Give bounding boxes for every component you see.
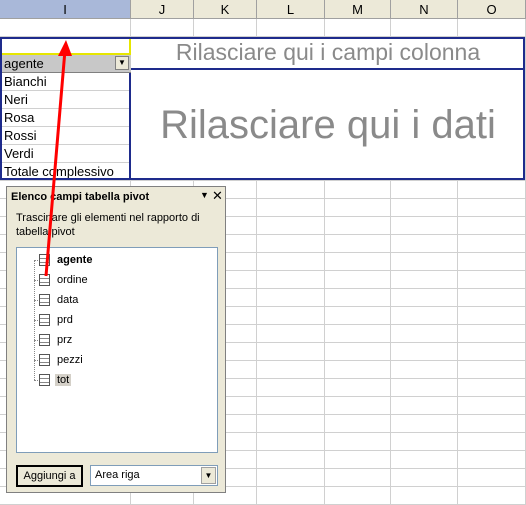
field-label: tot <box>55 374 72 386</box>
field-item-pezzi[interactable]: pezzi <box>39 352 85 368</box>
field-icon <box>39 314 50 326</box>
row-item[interactable]: Bianchi <box>0 73 131 91</box>
row-item[interactable]: Verdi <box>0 145 131 163</box>
row-field-label: agente <box>4 56 44 71</box>
close-icon[interactable]: ✕ <box>212 188 223 204</box>
field-icon <box>39 354 50 366</box>
column-header-o[interactable]: O <box>458 0 526 19</box>
field-item-ordine[interactable]: ordine <box>39 272 90 288</box>
column-header-i[interactable]: I <box>0 0 131 19</box>
field-icon <box>39 294 50 306</box>
field-icon <box>39 374 50 386</box>
column-header-k[interactable]: K <box>194 0 257 19</box>
data-field-drop-area[interactable]: Rilasciare qui i dati <box>131 70 525 180</box>
area-select-value: Area riga <box>95 469 140 481</box>
field-icon <box>39 274 50 286</box>
field-item-tot[interactable]: tot <box>39 372 72 388</box>
row-item[interactable]: Rossi <box>0 127 131 145</box>
column-header-m[interactable]: M <box>325 0 391 19</box>
field-list[interactable]: agente ordine data prd prz pezzi tot <box>16 247 218 453</box>
field-label: pezzi <box>57 354 83 366</box>
field-item-prd[interactable]: prd <box>39 312 75 328</box>
field-icon <box>39 254 50 266</box>
chevron-down-icon[interactable]: ▼ <box>201 467 216 484</box>
column-header-n[interactable]: N <box>391 0 458 19</box>
field-item-agente[interactable]: agente <box>39 252 94 268</box>
add-to-button[interactable]: Aggiungi a <box>16 465 83 487</box>
pivot-field-list-panel[interactable]: Elenco campi tabella pivot ▼ ✕ Trascinar… <box>6 186 226 493</box>
panel-title: Elenco campi tabella pivot <box>11 191 150 203</box>
row-field-button[interactable]: agente ▼ <box>0 55 131 73</box>
chevron-down-icon[interactable]: ▼ <box>115 56 129 70</box>
column-header-l[interactable]: L <box>257 0 325 19</box>
column-field-drop-area[interactable]: Rilasciare qui i campi colonna <box>131 37 525 70</box>
field-label: data <box>57 294 79 306</box>
field-icon <box>39 334 50 346</box>
field-label: ordine <box>57 274 88 286</box>
triangle-down-icon[interactable]: ▼ <box>200 190 209 200</box>
field-label: prd <box>57 314 73 326</box>
field-label: prz <box>57 334 73 346</box>
grand-total-label[interactable]: Totale complessivo <box>0 163 131 181</box>
panel-instructions: Trascinare gli elementi nel rapporto di … <box>16 212 200 238</box>
field-label: agente <box>57 254 93 266</box>
field-item-data[interactable]: data <box>39 292 80 308</box>
row-item[interactable]: Rosa <box>0 109 131 127</box>
column-header-j[interactable]: J <box>131 0 194 19</box>
field-item-prz[interactable]: prz <box>39 332 74 348</box>
page-field-drop-cell[interactable] <box>0 37 131 55</box>
row-item[interactable]: Neri <box>0 91 131 109</box>
area-select[interactable]: Area riga ▼ <box>90 465 218 486</box>
